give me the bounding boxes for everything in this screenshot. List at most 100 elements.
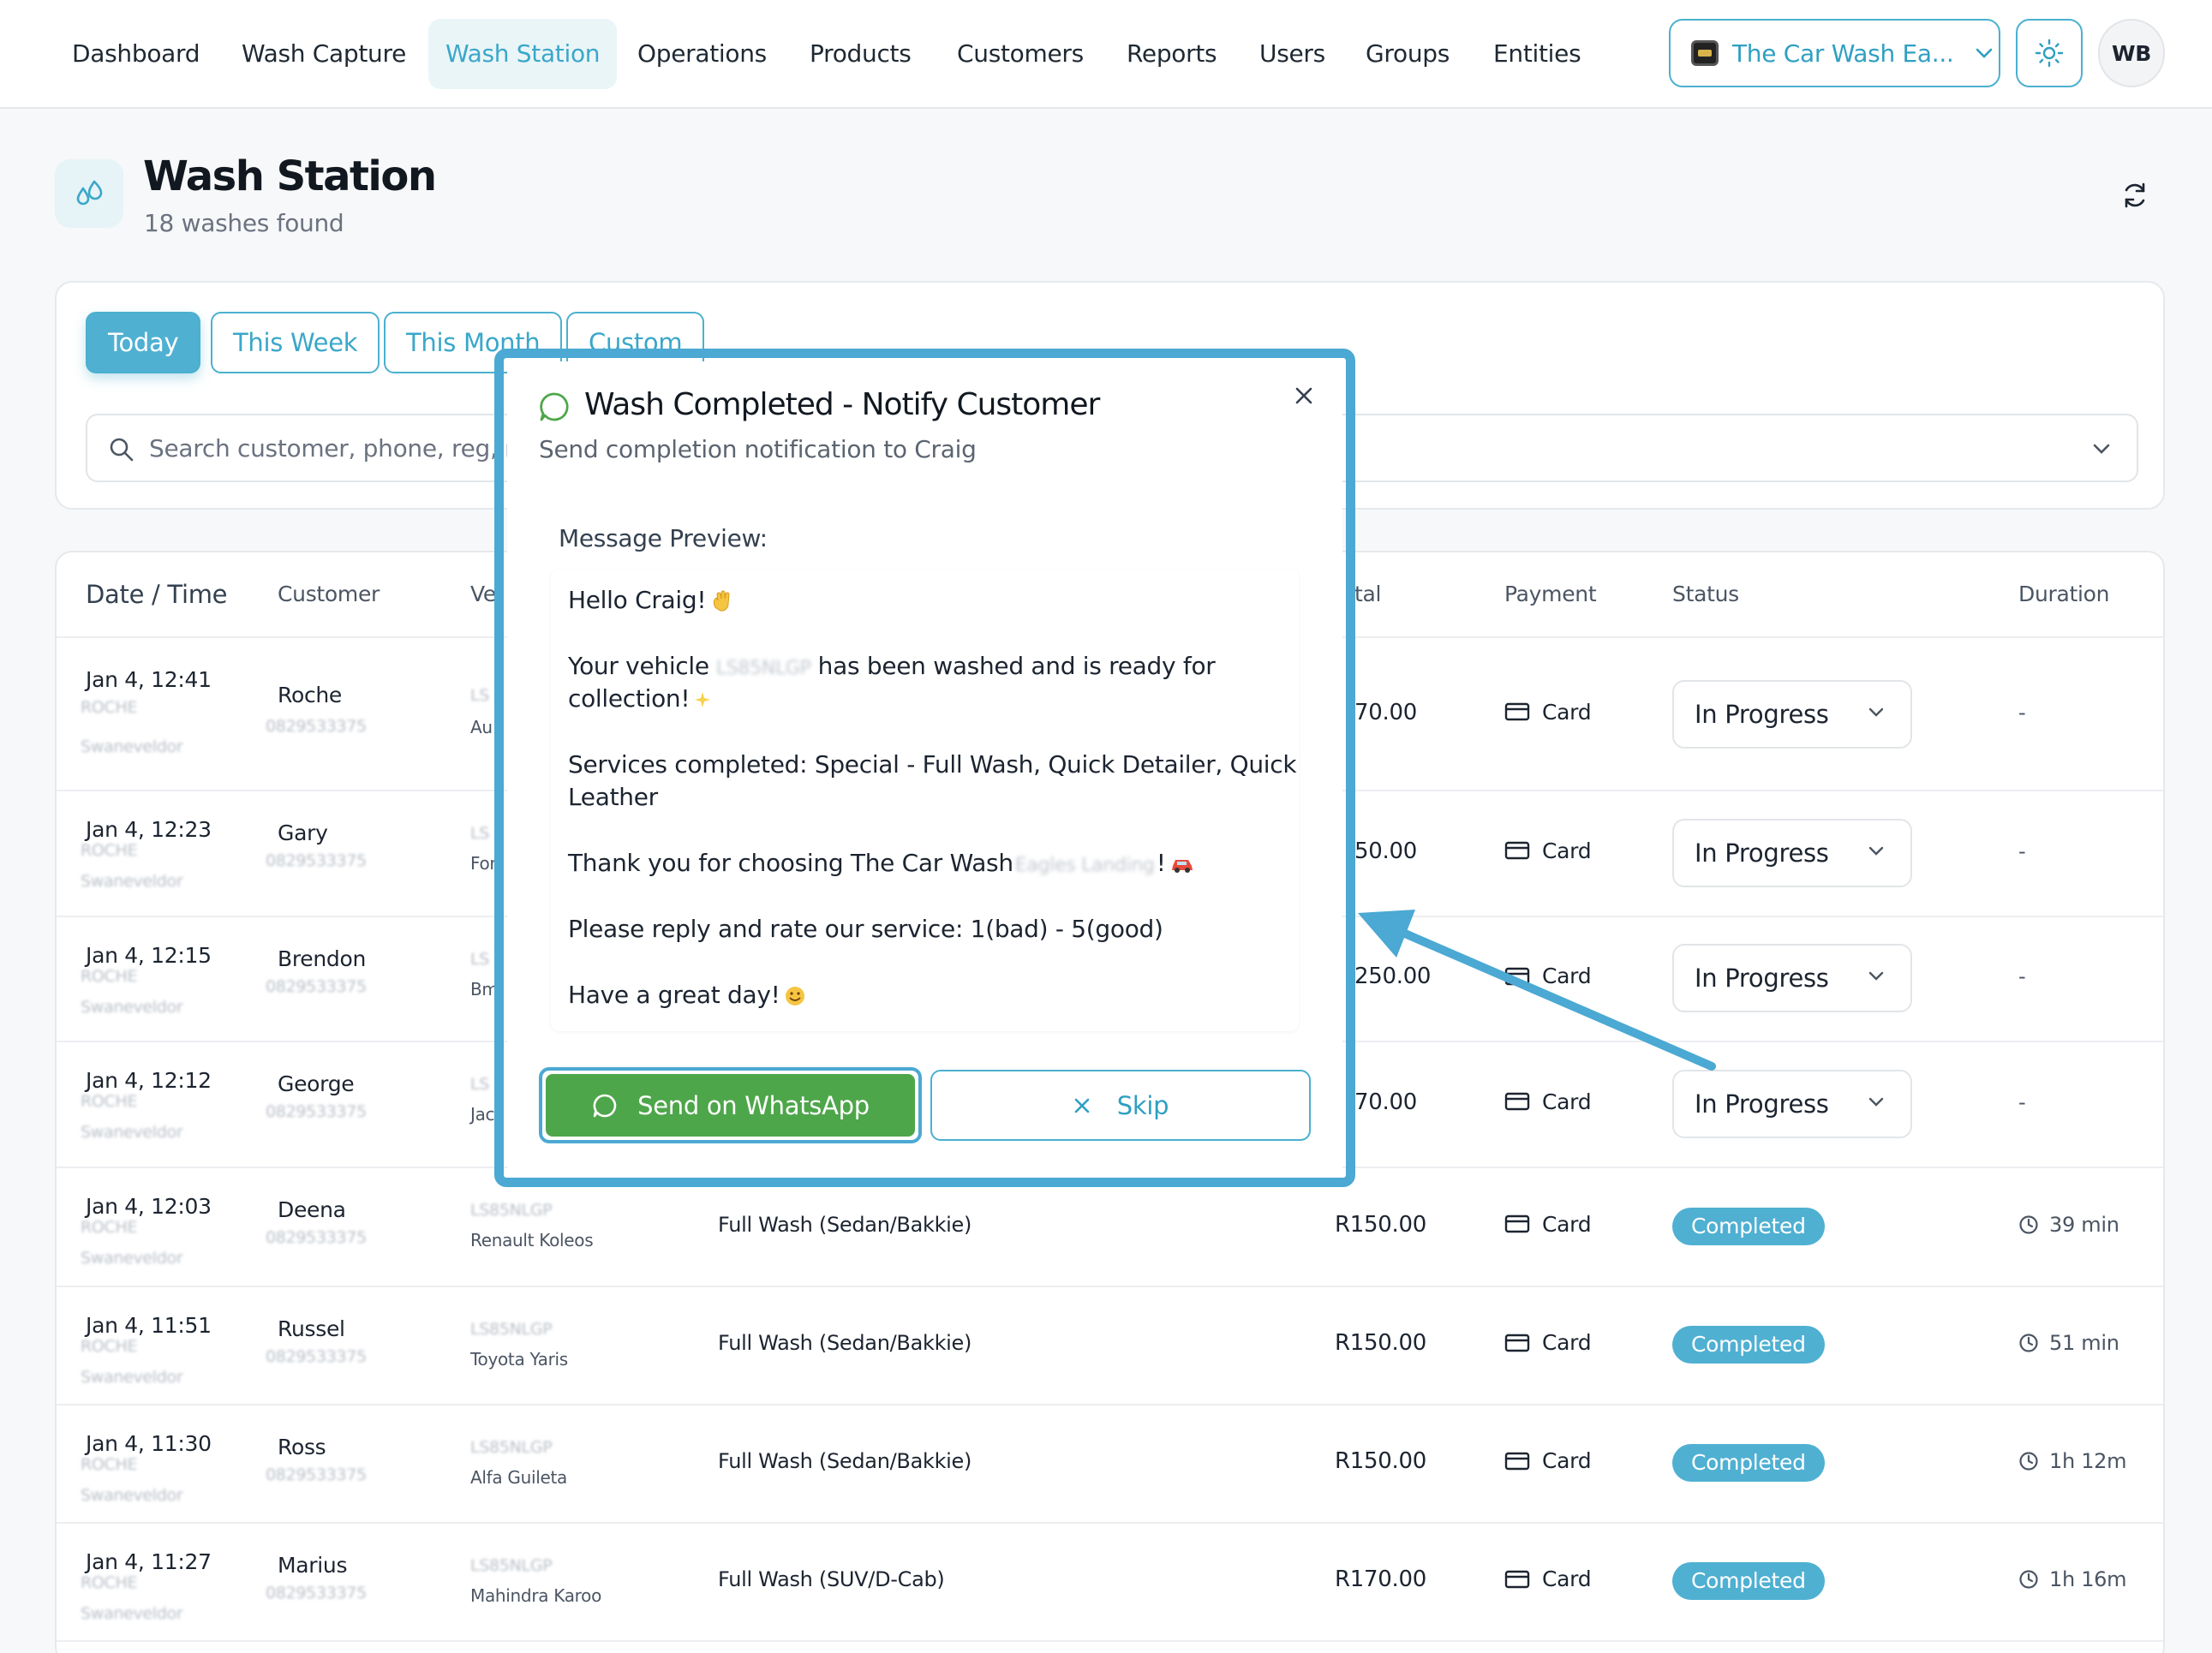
row-reg-redacted: LS85NLGP — [470, 1556, 553, 1575]
sun-icon — [2035, 39, 2064, 68]
duration-value: - — [2018, 964, 2026, 988]
duration-value: - — [2018, 700, 2026, 725]
nav-wash-station[interactable]: Wash Station — [428, 19, 618, 89]
table-row[interactable] — [57, 1522, 2163, 1640]
row-phone-redacted: 0829533375 — [266, 1347, 367, 1366]
user-avatar[interactable]: WB — [2098, 19, 2165, 87]
branch-name-redacted: Eagles Landing — [1014, 855, 1155, 876]
credit-card-icon — [1504, 841, 1530, 860]
credit-card-icon — [1504, 1452, 1530, 1471]
duration-value: - — [2018, 1089, 2026, 1114]
row-phone-redacted: 0829533375 — [266, 717, 367, 736]
row-vehicle-model: Jac — [470, 1104, 495, 1125]
credit-card-icon — [1504, 1570, 1530, 1589]
table-row[interactable] — [57, 1286, 2163, 1404]
nav-products[interactable]: Products — [792, 19, 929, 89]
row-payment: Card — [1504, 1330, 1592, 1355]
row-date: Jan 4, 12:41 — [86, 667, 212, 692]
row-date: Jan 4, 11:51 — [86, 1313, 212, 1338]
wash-count: 18 washes found — [144, 209, 344, 237]
row-date: Jan 4, 12:15 — [86, 943, 212, 968]
preview-services-cont: Leather — [568, 783, 658, 811]
theme-toggle-button[interactable] — [2016, 19, 2083, 87]
nav-wash-capture[interactable]: Wash Capture — [224, 19, 423, 89]
row-status-select[interactable]: In Progress — [1672, 1069, 1912, 1138]
row-reg-redacted: LS85NLGP — [470, 1438, 553, 1457]
row-duration: 1h 16m — [2018, 1567, 2127, 1591]
close-icon[interactable] — [1294, 385, 1314, 406]
droplets-icon — [55, 159, 123, 228]
send-whatsapp-button-inner[interactable]: Send on WhatsApp — [546, 1074, 915, 1137]
payment-method: Card — [1542, 699, 1592, 725]
col-payment[interactable]: Payment — [1504, 582, 1597, 606]
row-location-redacted: Swaneveldor — [81, 998, 183, 1017]
filter-this-week[interactable]: This Week — [211, 312, 380, 373]
payment-method: Card — [1542, 1330, 1592, 1355]
col-status[interactable]: Status — [1672, 582, 1739, 606]
row-status-badge: Completed — [1672, 1207, 1825, 1245]
row-total: R150.00 — [1335, 1211, 1426, 1238]
row-location-redacted: Swaneveldor — [81, 737, 183, 756]
row-payment: Card — [1504, 1089, 1592, 1114]
entity-selector[interactable]: The Car Wash Ea... — [1669, 19, 2000, 87]
row-owner-redacted: ROCHE — [81, 967, 138, 986]
preview-vehicle-line: Your vehicle LS85NLGP has been washed and … — [568, 652, 1216, 680]
status-value: In Progress — [1695, 1089, 1829, 1119]
clock-icon — [2018, 1333, 2039, 1353]
filter-today[interactable]: Today — [86, 312, 201, 373]
row-status-select[interactable]: In Progress — [1672, 818, 1912, 887]
row-payment: Card — [1504, 964, 1592, 988]
credit-card-icon — [1504, 1092, 1530, 1111]
row-total: R170.00 — [1335, 1566, 1426, 1592]
nav-customers[interactable]: Customers — [940, 19, 1101, 89]
payment-method: Card — [1542, 964, 1592, 988]
row-date: Jan 4, 12:23 — [86, 817, 212, 842]
duration-value: 1h 12m — [2049, 1449, 2127, 1473]
nav-reports[interactable]: Reports — [1109, 19, 1234, 89]
row-payment: Card — [1504, 1448, 1592, 1473]
row-divider — [57, 1640, 2163, 1642]
nav-operations[interactable]: Operations — [620, 19, 784, 89]
row-owner-redacted: ROCHE — [81, 841, 138, 860]
row-vehicle-model: Alfa Guileta — [470, 1467, 567, 1488]
nav-entities[interactable]: Entities — [1476, 19, 1598, 89]
modal-subtitle: Send completion notification to Craig — [539, 435, 977, 463]
row-phone-redacted: 0829533375 — [266, 1228, 367, 1247]
row-customer: Ross — [278, 1435, 326, 1459]
send-whatsapp-button[interactable]: Send on WhatsApp — [539, 1067, 922, 1143]
row-total: R150.00 — [1335, 1330, 1426, 1356]
col-customer[interactable]: Customer — [278, 582, 380, 606]
sparkles-icon — [693, 690, 712, 709]
col-vehicle[interactable]: Ve — [470, 582, 496, 606]
row-customer: Deena — [278, 1197, 346, 1222]
row-customer: George — [278, 1071, 355, 1096]
skip-button[interactable]: Skip — [930, 1070, 1311, 1141]
row-location-redacted: Swaneveldor — [81, 872, 183, 891]
row-service: Full Wash (SUV/D-Cab) — [718, 1567, 945, 1591]
col-duration[interactable]: Duration — [2018, 582, 2109, 606]
nav-dashboard[interactable]: Dashboard — [55, 19, 217, 89]
table-row[interactable] — [57, 1404, 2163, 1522]
nav-users[interactable]: Users — [1242, 19, 1342, 89]
row-customer: Brendon — [278, 946, 367, 971]
payment-method: Card — [1542, 838, 1592, 863]
row-owner-redacted: ROCHE — [81, 1092, 138, 1111]
row-vehicle-model: Au — [470, 717, 493, 737]
preview-bye: Have a great day! — [568, 981, 806, 1009]
row-duration: - — [2018, 1089, 2026, 1114]
status-value: In Progress — [1695, 838, 1829, 868]
col-date-time[interactable]: Date / Time — [86, 580, 228, 609]
refresh-icon[interactable] — [2119, 180, 2150, 211]
row-duration: - — [2018, 964, 2026, 988]
row-status-select[interactable]: In Progress — [1672, 944, 1912, 1012]
row-payment: Card — [1504, 1212, 1592, 1237]
row-customer: Marius — [278, 1553, 348, 1578]
chevron-down-icon[interactable] — [2092, 443, 2111, 455]
nav-groups[interactable]: Groups — [1348, 19, 1467, 89]
row-status-badge: Completed — [1672, 1562, 1825, 1600]
col-total[interactable]: tal — [1354, 582, 1381, 606]
row-status-select[interactable]: In Progress — [1672, 679, 1912, 749]
status-value: In Progress — [1695, 964, 1829, 993]
row-reg-redacted: LS85NLGP — [470, 1201, 553, 1220]
preview-thanks: Thank you for choosing The Car WashEagle… — [568, 849, 1195, 877]
